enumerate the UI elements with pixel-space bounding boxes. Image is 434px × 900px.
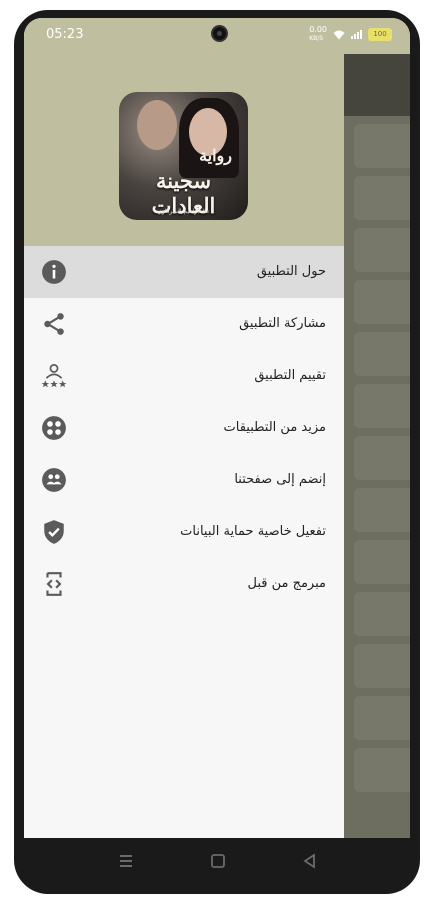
background-card (354, 124, 410, 168)
menu-item-about[interactable]: حول التطبيق (24, 246, 344, 298)
join-page-icon (42, 468, 66, 492)
background-card (354, 748, 410, 792)
info-icon (42, 260, 66, 284)
status-bar: 05:23 0.00 KB/S 100 (24, 18, 410, 54)
menu-item-label: مبرمج من قبل (247, 576, 326, 591)
background-card (354, 384, 410, 428)
drawer-header: رواية سجينة العادات علا ابراهيم الشرقاوي (24, 54, 344, 246)
menu-item-more-apps[interactable]: مزيد من التطبيقات (24, 402, 344, 454)
signal-icon (351, 30, 362, 39)
menu-item-label: تقييم التطبيق (254, 368, 326, 383)
menu-item-share[interactable]: مشاركة التطبيق (24, 298, 344, 350)
background-card (354, 644, 410, 688)
menu-item-label: إنضم إلى صفحتنا (234, 472, 326, 487)
background-card (354, 332, 410, 376)
code-icon (46, 572, 62, 596)
background-app-toolbar (344, 54, 410, 116)
menu-item-developer[interactable]: مبرمج من قبل (24, 558, 344, 610)
wifi-icon (333, 30, 345, 39)
menu-item-label: مزيد من التطبيقات (223, 420, 326, 435)
network-speed: 0.00 KB/S (309, 25, 327, 43)
menu-item-rate[interactable]: تقييم التطبيق (24, 350, 344, 402)
drawer-menu: حول التطبيق مشاركة التطبيق تقييم التطبيق… (24, 246, 344, 610)
share-icon (44, 313, 64, 335)
battery-icon: 100 (368, 28, 392, 41)
navigation-drawer: رواية سجينة العادات علا ابراهيم الشرقاوي… (24, 18, 344, 838)
background-card (354, 228, 410, 272)
more-apps-icon (42, 416, 66, 440)
home-icon[interactable] (208, 851, 228, 871)
status-icons: 0.00 KB/S 100 (309, 26, 392, 43)
background-card (354, 540, 410, 584)
background-card (354, 592, 410, 636)
cover-man-figure (137, 100, 177, 150)
menu-item-label: مشاركة التطبيق (239, 316, 326, 331)
app-cover-image: رواية سجينة العادات علا ابراهيم الشرقاوي (119, 92, 248, 220)
menu-item-label: تفعيل خاصية حماية البيانات (180, 524, 326, 539)
cover-title-small: رواية (199, 146, 232, 165)
background-card (354, 280, 410, 324)
recent-apps-icon[interactable] (116, 851, 136, 871)
front-camera (211, 25, 228, 42)
menu-item-label: حول التطبيق (256, 264, 326, 279)
rate-icon (41, 363, 67, 388)
shield-icon (44, 520, 64, 544)
background-card (354, 436, 410, 480)
background-card (354, 696, 410, 740)
background-app[interactable] (344, 54, 410, 838)
menu-item-join-page[interactable]: إنضم إلى صفحتنا (24, 454, 344, 506)
background-card (354, 176, 410, 220)
status-time: 05:23 (46, 27, 84, 42)
system-navigation-bar (24, 838, 410, 884)
menu-item-data-protection[interactable]: تفعيل خاصية حماية البيانات (24, 506, 344, 558)
back-icon[interactable] (300, 851, 320, 871)
background-card (354, 488, 410, 532)
screen: رواية سجينة العادات علا ابراهيم الشرقاوي… (24, 18, 410, 838)
cover-author: علا ابراهيم الشرقاوي (157, 208, 210, 215)
